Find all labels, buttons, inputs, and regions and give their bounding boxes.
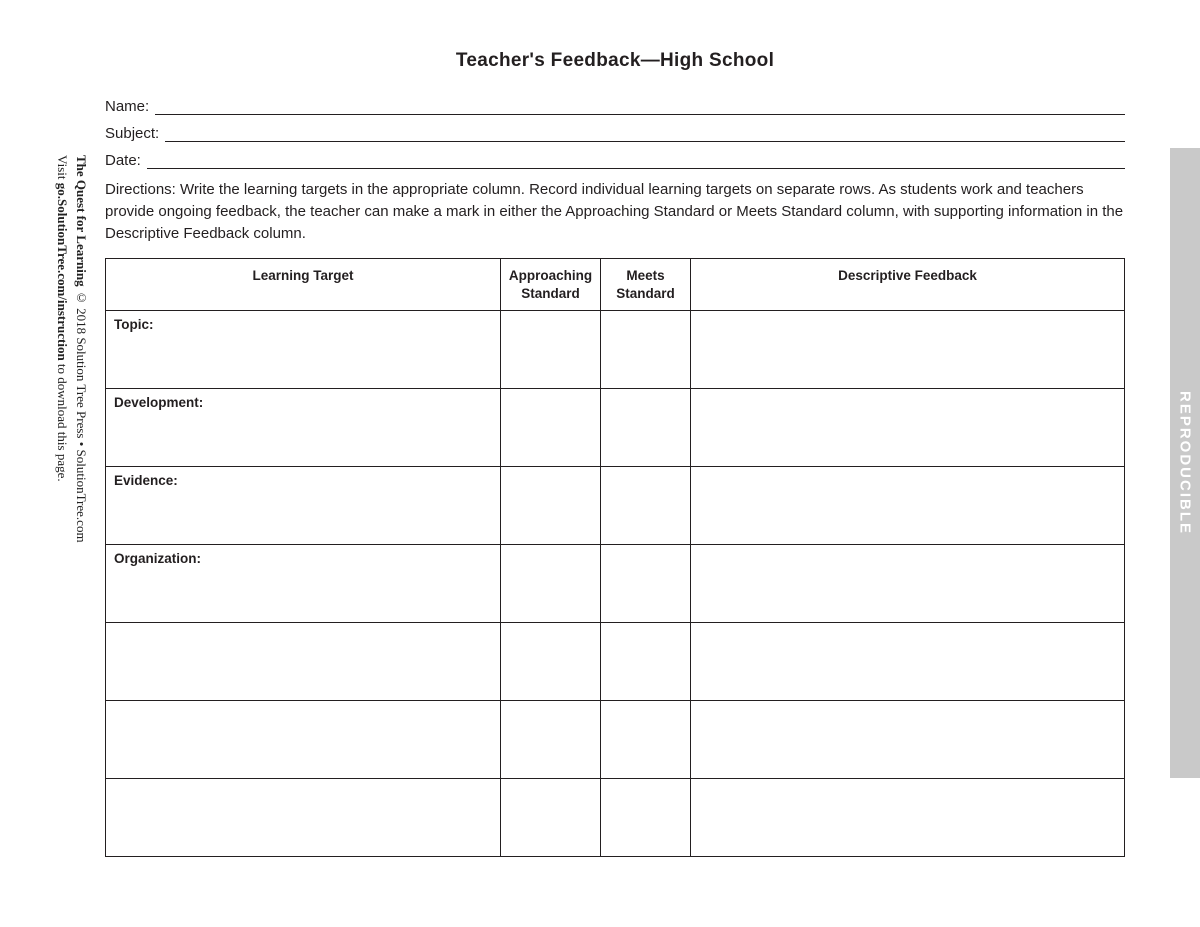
- subject-label: Subject:: [105, 125, 159, 142]
- credit-block: The Quest for Learning © 2018 Solution T…: [50, 155, 90, 775]
- header-meets: Meets Standard: [601, 259, 691, 311]
- name-row: Name:: [105, 98, 1125, 115]
- date-row: Date:: [105, 152, 1125, 169]
- cell-approaching[interactable]: [501, 311, 601, 389]
- cell-descriptive[interactable]: [691, 623, 1125, 701]
- directions-text: Directions: Write the learning targets i…: [105, 179, 1125, 244]
- credit-line-1: The Quest for Learning © 2018 Solution T…: [71, 155, 90, 775]
- cell-target[interactable]: [106, 623, 501, 701]
- table-row: Organization:: [106, 545, 1125, 623]
- credit-book-title: The Quest for Learning: [74, 155, 89, 287]
- cell-target[interactable]: Organization:: [106, 545, 501, 623]
- header-learning-target: Learning Target: [106, 259, 501, 311]
- cell-approaching[interactable]: [501, 779, 601, 857]
- cell-target[interactable]: Evidence:: [106, 467, 501, 545]
- header-descriptive: Descriptive Feedback: [691, 259, 1125, 311]
- subject-input-line[interactable]: [165, 128, 1125, 142]
- cell-meets[interactable]: [601, 389, 691, 467]
- table-row: Evidence:: [106, 467, 1125, 545]
- cell-meets[interactable]: [601, 779, 691, 857]
- cell-descriptive[interactable]: [691, 779, 1125, 857]
- date-label: Date:: [105, 152, 141, 169]
- table-row: Development:: [106, 389, 1125, 467]
- feedback-table: Learning Target Approaching Standard Mee…: [105, 258, 1125, 857]
- table-row: [106, 701, 1125, 779]
- cell-target[interactable]: [106, 779, 501, 857]
- side-tab-label: REPRODUCIBLE: [1177, 391, 1194, 535]
- table-header-row: Learning Target Approaching Standard Mee…: [106, 259, 1125, 311]
- table-row: [106, 623, 1125, 701]
- page-title: Teacher's Feedback—High School: [105, 50, 1125, 72]
- subject-row: Subject:: [105, 125, 1125, 142]
- cell-approaching[interactable]: [501, 389, 601, 467]
- cell-target[interactable]: [106, 701, 501, 779]
- cell-target[interactable]: Topic:: [106, 311, 501, 389]
- cell-descriptive[interactable]: [691, 701, 1125, 779]
- name-label: Name:: [105, 98, 149, 115]
- cell-approaching[interactable]: [501, 701, 601, 779]
- table-row: Topic:: [106, 311, 1125, 389]
- cell-meets[interactable]: [601, 623, 691, 701]
- cell-descriptive[interactable]: [691, 545, 1125, 623]
- name-input-line[interactable]: [155, 101, 1125, 115]
- credit-visit-pre: Visit: [55, 155, 70, 183]
- cell-target[interactable]: Development:: [106, 389, 501, 467]
- cell-descriptive[interactable]: [691, 311, 1125, 389]
- cell-approaching[interactable]: [501, 545, 601, 623]
- cell-descriptive[interactable]: [691, 467, 1125, 545]
- credit-line-2: Visit go.SolutionTree.com/instruction to…: [52, 155, 71, 775]
- side-tab: REPRODUCIBLE: [1170, 148, 1200, 778]
- cell-meets[interactable]: [601, 311, 691, 389]
- credit-publisher: © 2018 Solution Tree Press • SolutionTre…: [74, 287, 89, 543]
- cell-meets[interactable]: [601, 701, 691, 779]
- cell-approaching[interactable]: [501, 623, 601, 701]
- cell-meets[interactable]: [601, 467, 691, 545]
- table-row: [106, 779, 1125, 857]
- cell-meets[interactable]: [601, 545, 691, 623]
- cell-descriptive[interactable]: [691, 389, 1125, 467]
- header-approaching: Approaching Standard: [501, 259, 601, 311]
- credit-url: go.SolutionTree.com/instruction: [55, 183, 70, 361]
- credit-visit-post: to download this page.: [55, 361, 70, 482]
- date-input-line[interactable]: [147, 155, 1125, 169]
- page-content: Teacher's Feedback—High School Name: Sub…: [105, 50, 1125, 857]
- cell-approaching[interactable]: [501, 467, 601, 545]
